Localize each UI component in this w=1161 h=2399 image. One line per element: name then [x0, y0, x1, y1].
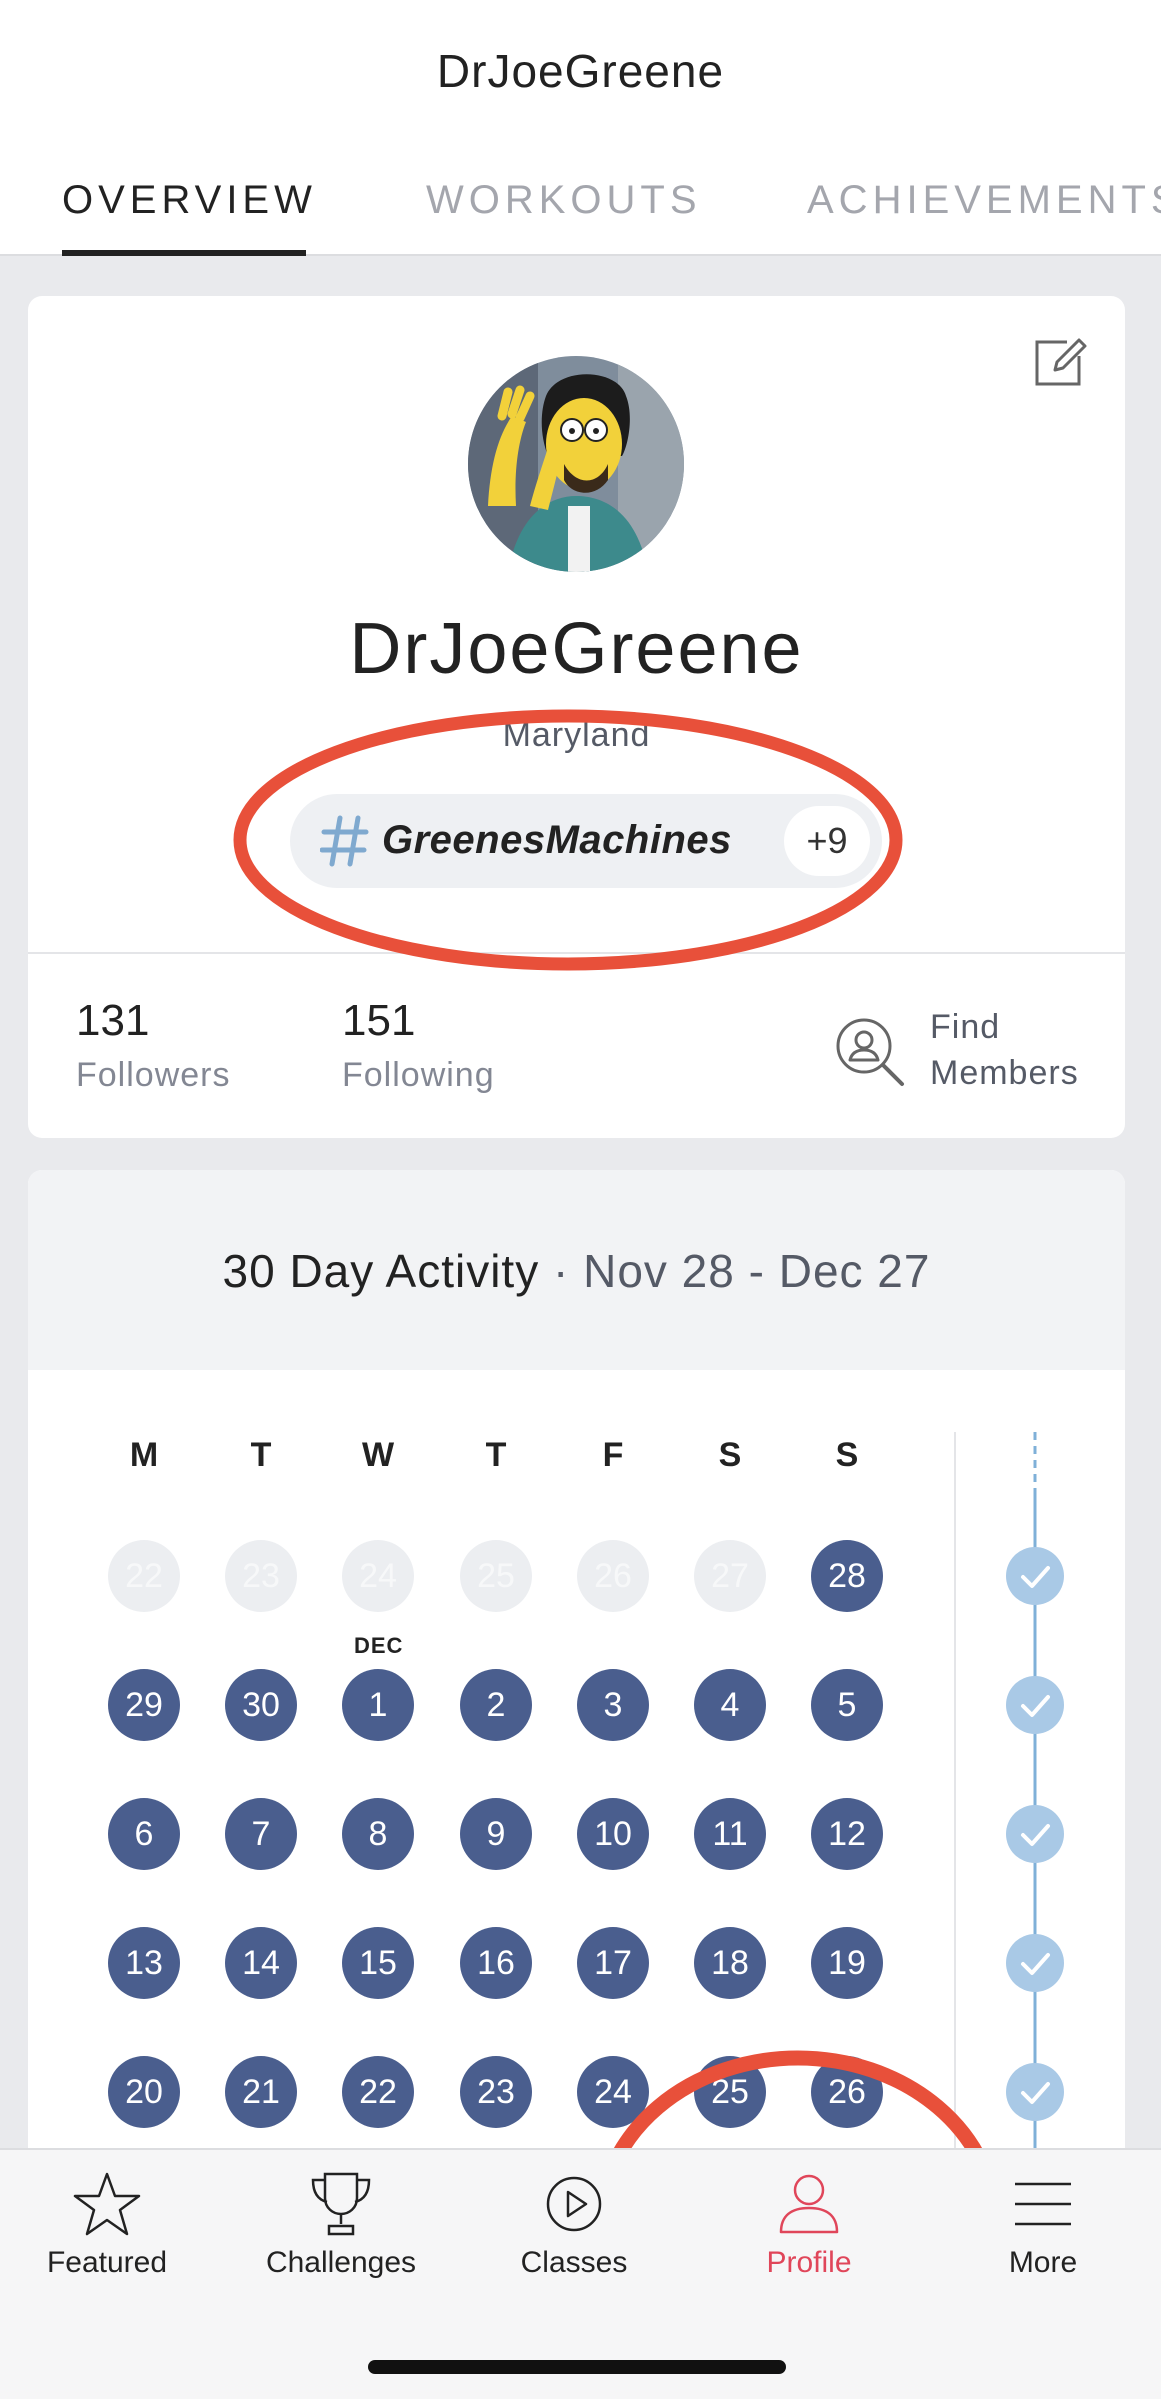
- edit-icon[interactable]: [1029, 332, 1089, 392]
- nav-challenges[interactable]: Challenges: [241, 2168, 441, 2288]
- nav-profile-label: Profile: [766, 2246, 852, 2279]
- week-goal-check-icon: [1006, 1805, 1064, 1863]
- following-count: 151: [342, 996, 416, 1045]
- calendar-day[interactable]: 23: [460, 2056, 532, 2128]
- calendar-day[interactable]: 25: [694, 2056, 766, 2128]
- nav-more-label: More: [1008, 2246, 1078, 2279]
- month-marker: DEC: [354, 1633, 404, 1658]
- nav-featured[interactable]: Featured: [7, 2168, 207, 2288]
- calendar-day: 24: [342, 1540, 414, 1612]
- followers-count: 131: [76, 996, 150, 1045]
- tab-workouts[interactable]: WORKOUTS: [426, 178, 702, 223]
- avatar[interactable]: [468, 356, 684, 572]
- calendar-day[interactable]: 4: [694, 1669, 766, 1741]
- calendar-day[interactable]: 20: [108, 2056, 180, 2128]
- location: Maryland: [502, 716, 651, 754]
- tab-underline: [62, 250, 306, 256]
- calendar-day[interactable]: 18: [694, 1927, 766, 1999]
- calendar-day[interactable]: 9: [460, 1798, 532, 1870]
- hashtag-pill[interactable]: GreenesMachines +9: [290, 794, 882, 888]
- activity-separator: ·: [539, 1245, 584, 1297]
- hashtag-more-count[interactable]: +9: [784, 806, 870, 876]
- home-indicator[interactable]: [368, 2360, 786, 2374]
- week-goal-check-icon: [1006, 1676, 1064, 1734]
- calendar-day[interactable]: 8: [342, 1798, 414, 1870]
- calendar-day[interactable]: 16: [460, 1927, 532, 1999]
- bottom-nav: Featured Challenges Classes Profile More: [0, 2148, 1161, 2399]
- followers-label: Followers: [76, 1056, 231, 1094]
- nav-profile[interactable]: Profile: [709, 2168, 909, 2288]
- page-title: DrJoeGreene: [436, 45, 725, 97]
- find-members-label: Find Members: [930, 1008, 1079, 1092]
- calendar-day[interactable]: 11: [694, 1798, 766, 1870]
- calendar-day[interactable]: 14: [225, 1927, 297, 1999]
- calendar-day[interactable]: 19: [811, 1927, 883, 1999]
- activity-header: 30 Day Activity · Nov 28 - Dec 27: [28, 1170, 1125, 1370]
- calendar-day[interactable]: 30: [225, 1669, 297, 1741]
- divider: [28, 952, 1125, 954]
- trophy-icon: [311, 2172, 371, 2236]
- weekday-label: M: [129, 1436, 159, 1474]
- tab-overview[interactable]: OVERVIEW: [62, 178, 317, 223]
- calendar-day[interactable]: 6: [108, 1798, 180, 1870]
- activity-title-text: 30 Day Activity: [222, 1245, 540, 1297]
- profile-card: DrJoeGreene Maryland GreenesMachines +9 …: [28, 296, 1125, 1138]
- weekday-label: S: [835, 1436, 859, 1474]
- menu-icon: [1015, 2182, 1071, 2226]
- calendar-day[interactable]: 2: [460, 1669, 532, 1741]
- week-goal-check-icon: [1006, 2063, 1064, 2121]
- weekday-label: T: [250, 1436, 272, 1474]
- top-bar: DrJoeGreene OVERVIEW WORKOUTS ACHIEVEMEN…: [0, 0, 1161, 256]
- nav-more[interactable]: More: [943, 2168, 1143, 2288]
- nav-featured-label: Featured: [46, 2246, 168, 2279]
- calendar-day[interactable]: 7: [225, 1798, 297, 1870]
- calendar-day[interactable]: 17: [577, 1927, 649, 1999]
- calendar-day[interactable]: 1: [342, 1669, 414, 1741]
- calendar-day[interactable]: 12: [811, 1798, 883, 1870]
- display-name: DrJoeGreene: [349, 609, 804, 689]
- nav-challenges-label: Challenges: [265, 2246, 417, 2279]
- week-goal-check-icon: [1006, 1547, 1064, 1605]
- activity-date-range: Nov 28 - Dec 27: [583, 1245, 931, 1297]
- calendar-day: 23: [225, 1540, 297, 1612]
- calendar-day[interactable]: 15: [342, 1927, 414, 1999]
- hashtag-name: GreenesMachines: [382, 818, 732, 862]
- calendar-day[interactable]: 13: [108, 1927, 180, 1999]
- weekday-label: S: [718, 1436, 742, 1474]
- calendar-day[interactable]: 22: [342, 2056, 414, 2128]
- calendar-day[interactable]: 24: [577, 2056, 649, 2128]
- weekday-label: W: [361, 1436, 395, 1474]
- tab-bar: OVERVIEW WORKOUTS ACHIEVEMENTS: [0, 170, 1161, 256]
- find-members-button[interactable]: Find Members: [806, 1004, 1106, 1114]
- calendar-day: 22: [108, 1540, 180, 1612]
- calendar-day[interactable]: 29: [108, 1669, 180, 1741]
- calendar-day[interactable]: 3: [577, 1669, 649, 1741]
- star-icon: [73, 2172, 141, 2236]
- person-icon: [779, 2174, 839, 2234]
- activity-title: 30 Day Activity · Nov 28 - Dec 27: [223, 1244, 931, 1298]
- calendar-day: 26: [577, 1540, 649, 1612]
- search-user-icon: [836, 1018, 904, 1086]
- hashtag-icon: [320, 815, 369, 867]
- calendar-day: 27: [694, 1540, 766, 1612]
- week-goal-check-icon: [1006, 1934, 1064, 1992]
- calendar-day[interactable]: 28: [811, 1540, 883, 1612]
- calendar-day[interactable]: 5: [811, 1669, 883, 1741]
- play-circle-icon: [546, 2176, 602, 2232]
- weekday-label: T: [485, 1436, 507, 1474]
- calendar-day[interactable]: 21: [225, 2056, 297, 2128]
- calendar-day[interactable]: 26: [811, 2056, 883, 2128]
- calendar-day[interactable]: 10: [577, 1798, 649, 1870]
- nav-classes-label: Classes: [520, 2246, 628, 2279]
- calendar-day: 25: [460, 1540, 532, 1612]
- following-label: Following: [342, 1056, 495, 1094]
- nav-classes[interactable]: Classes: [474, 2168, 674, 2288]
- tab-achievements[interactable]: ACHIEVEMENTS: [807, 178, 1161, 223]
- weekday-label: F: [602, 1436, 624, 1474]
